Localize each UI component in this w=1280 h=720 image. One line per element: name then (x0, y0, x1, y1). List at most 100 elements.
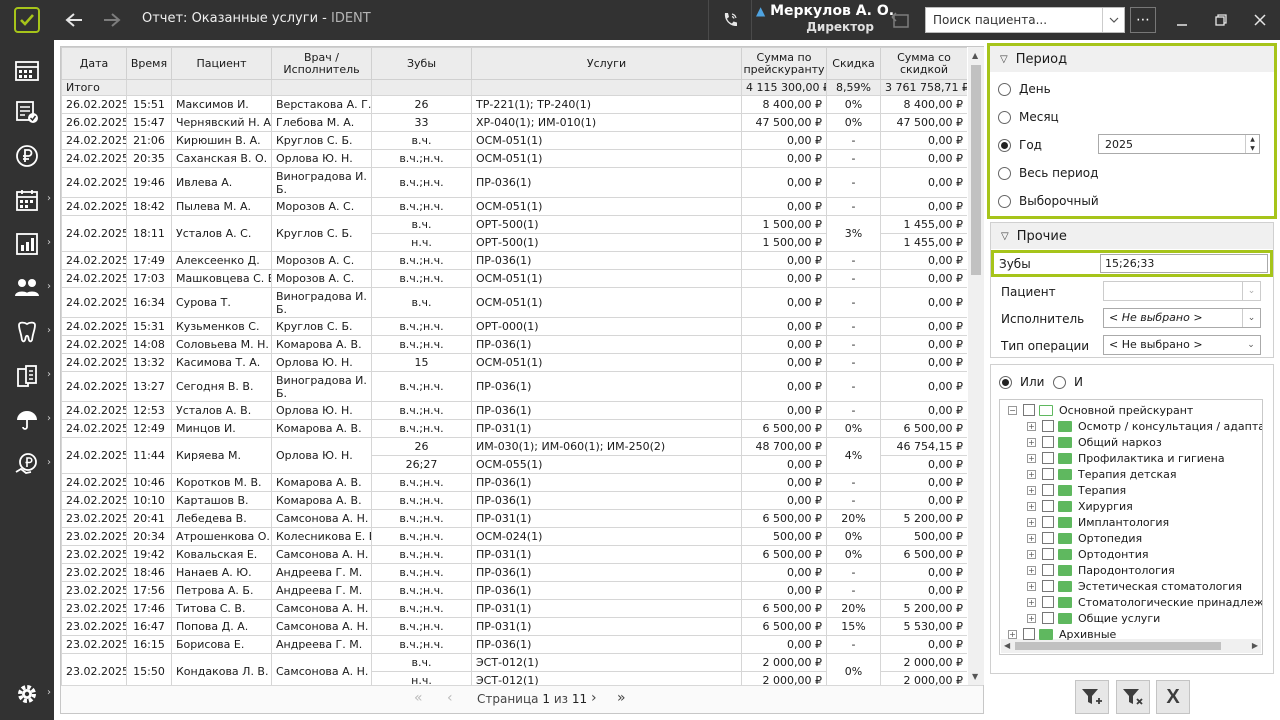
more-options-button[interactable]: ⋯ (1130, 7, 1156, 33)
tree-item[interactable]: + Ортодонтия (1027, 546, 1148, 562)
radio-selected[interactable] (999, 375, 1012, 389)
tree-item[interactable]: + Терапия (1027, 482, 1126, 498)
expand-toggle-icon[interactable]: − (1008, 405, 1017, 415)
period-option-custom[interactable]: Выборочный (998, 194, 1099, 208)
year-spinbox[interactable]: 2025 ▲ ▼ (1098, 134, 1260, 154)
scroll-right-icon[interactable]: ▶ (1252, 641, 1258, 650)
scroll-thumb[interactable] (971, 65, 981, 275)
clear-filter-button[interactable] (1116, 680, 1150, 714)
expand-toggle-icon[interactable]: + (1027, 485, 1036, 495)
tree-item[interactable]: + Пародонтология (1027, 562, 1175, 578)
prev-page-icon[interactable]: ‹ (447, 690, 453, 706)
table-row[interactable]: 24.02.2025 16:34 Сурова Т. Виноградова И. Б… (61, 287, 967, 318)
period-option-day[interactable]: День (998, 82, 1051, 96)
sidebar-item-calendar[interactable]: › (0, 182, 54, 218)
sidebar-item-finance[interactable] (0, 138, 54, 174)
user-info[interactable]: ▲ Меркулов А. О. Директор (756, 3, 894, 34)
tree-item[interactable]: + Общие услуги (1027, 610, 1160, 626)
chevron-down-icon[interactable] (1102, 8, 1124, 32)
table-row[interactable]: 26.02.2025 15:51 Максимов И. Верстакова А. … (61, 95, 967, 114)
restore-icon[interactable] (1207, 0, 1235, 40)
table-row[interactable]: 23.02.2025 17:46 Титова С. В. Самсонова А. … (61, 599, 967, 618)
column-header[interactable]: Услуги (471, 47, 742, 80)
tree-item[interactable]: + Общий наркоз (1027, 434, 1162, 450)
period-option-all[interactable]: Весь период (998, 166, 1098, 180)
scroll-thumb[interactable] (1015, 642, 1221, 650)
table-row[interactable]: 23.02.2025 20:41 Лебедева В. Самсонова А. Н… (61, 509, 967, 528)
table-row[interactable]: 24.02.2025 17:49 Алексеенко Д. Морозов А. С… (61, 251, 967, 270)
table-row[interactable]: 24.02.2025 13:27 Сегодня В. В. Виноградова … (61, 371, 967, 402)
sidebar-item-inventory[interactable]: › (0, 358, 54, 394)
table-row[interactable]: 24.02.2025 19:46 Ивлева А. Виноградова И. Б… (61, 167, 967, 198)
checkbox[interactable] (1042, 516, 1054, 528)
table-row[interactable]: 24.02.2025 20:35 Саханская В. О. Орлова Ю. … (61, 149, 967, 168)
tree-item[interactable]: + Терапия детская (1027, 466, 1177, 482)
table-row[interactable]: 24.02.2025 18:11 Усталов А. С. Круглов С. Б… (61, 215, 967, 252)
tree-item[interactable]: + Стоматологические принадлежности (1027, 594, 1262, 610)
table-row[interactable]: 24.02.2025 18:42 Пылева М. А. Морозов А. С.… (61, 197, 967, 216)
spin-arrows-icon[interactable]: ▲ ▼ (1245, 135, 1259, 153)
checkbox[interactable] (1042, 548, 1054, 560)
expand-toggle-icon[interactable]: + (1027, 581, 1036, 591)
expand-toggle-icon[interactable]: + (1027, 533, 1036, 543)
sidebar-item-reports[interactable]: › (0, 226, 54, 262)
sidebar-item-settings[interactable]: › (0, 676, 54, 712)
checkbox[interactable] (1042, 596, 1054, 608)
expand-toggle-icon[interactable]: + (1027, 613, 1036, 623)
logic-and-option[interactable]: И (1053, 375, 1083, 389)
last-page-icon[interactable]: » (617, 690, 626, 706)
period-panel-header[interactable]: ▽ Период (990, 46, 1274, 72)
table-row[interactable]: 24.02.2025 17:03 Машковцева С. В. Морозов А… (61, 269, 967, 288)
column-header[interactable]: Время (126, 47, 172, 80)
radio[interactable] (998, 194, 1011, 208)
period-option-year[interactable]: Год (998, 138, 1042, 152)
chevron-down-icon[interactable]: ⌄ (1242, 282, 1260, 300)
tree-item[interactable]: + Хирургия (1027, 498, 1133, 514)
sidebar-item-dental[interactable]: › (0, 314, 54, 350)
expand-toggle-icon[interactable]: + (1027, 597, 1036, 607)
table-row[interactable]: 23.02.202520:34Атрошенкова О. С.Колесник… (61, 527, 967, 546)
scroll-left-icon[interactable]: ◀ (1004, 641, 1010, 650)
checkbox[interactable] (1023, 628, 1035, 640)
radio[interactable] (1053, 375, 1066, 389)
chevron-down-icon[interactable]: ⌄ (1242, 309, 1260, 327)
next-page-icon[interactable]: › (591, 690, 597, 706)
checkbox[interactable] (1042, 420, 1054, 432)
radio-selected[interactable] (998, 138, 1011, 152)
expand-toggle-icon[interactable]: + (1027, 469, 1036, 479)
table-row[interactable]: 24.02.2025 10:10 Карташов В. Комарова А. В.… (61, 491, 967, 510)
sidebar-item-insurance[interactable]: › (0, 402, 54, 438)
patient-search-input[interactable]: Поиск пациента... (925, 7, 1125, 33)
column-header[interactable]: Пациент (171, 47, 272, 80)
checkbox[interactable] (1042, 532, 1054, 544)
table-row[interactable]: 24.02.2025 11:44 Киряева М. Орлова Ю. Н. 26 И… (61, 437, 967, 474)
column-header[interactable]: Скидка (826, 47, 881, 80)
op-type-select[interactable]: < Не выбрано > ⌄ (1103, 335, 1261, 355)
expand-toggle-icon[interactable]: + (1027, 453, 1036, 463)
tree-item[interactable]: + Имплантология (1027, 514, 1169, 530)
table-row[interactable]: 26.02.2025 15:47 Чернявский Н. А. Глебова М… (61, 113, 967, 132)
checkbox[interactable] (1042, 612, 1054, 624)
logic-or-option[interactable]: Или (999, 375, 1044, 389)
table-row[interactable]: 24.02.2025 10:46 Коротков М. В. Комарова А.… (61, 473, 967, 492)
checkbox[interactable] (1023, 404, 1035, 416)
chevron-down-icon[interactable]: ⌄ (1242, 336, 1260, 354)
table-row[interactable]: 23.02.2025 16:47 Попова Д. А. Самсонова А. … (61, 617, 967, 636)
table-row[interactable]: 24.02.2025 14:08 Соловьева М. Н. Комарова А… (61, 335, 967, 354)
checkbox[interactable] (1042, 436, 1054, 448)
column-header[interactable]: Сумма со скидкой (880, 47, 967, 80)
radio[interactable] (998, 110, 1011, 124)
table-row[interactable]: 23.02.2025 16:15 Борисова Е. Андреева Г. М.… (61, 635, 967, 654)
period-option-month[interactable]: Месяц (998, 110, 1059, 124)
other-panel-header[interactable]: ▽ Прочие (991, 223, 1273, 249)
sidebar-item-schedule[interactable] (0, 52, 54, 88)
table-row[interactable]: 23.02.2025 18:46 Нанаев А. Ю. Андреева Г. М… (61, 563, 967, 582)
checkbox[interactable] (1042, 468, 1054, 480)
tree-item[interactable]: + Эстетическая стоматология (1027, 578, 1242, 594)
scroll-up-icon[interactable]: ▲ (972, 51, 978, 60)
expand-toggle-icon[interactable]: + (1008, 629, 1017, 639)
close-icon[interactable] (1246, 0, 1274, 40)
export-excel-button[interactable]: X (1156, 680, 1190, 714)
table-row[interactable]: 24.02.2025 21:06 Кирюшин В. А. Круглов С. Б… (61, 131, 967, 150)
minimize-icon[interactable] (1168, 0, 1196, 40)
